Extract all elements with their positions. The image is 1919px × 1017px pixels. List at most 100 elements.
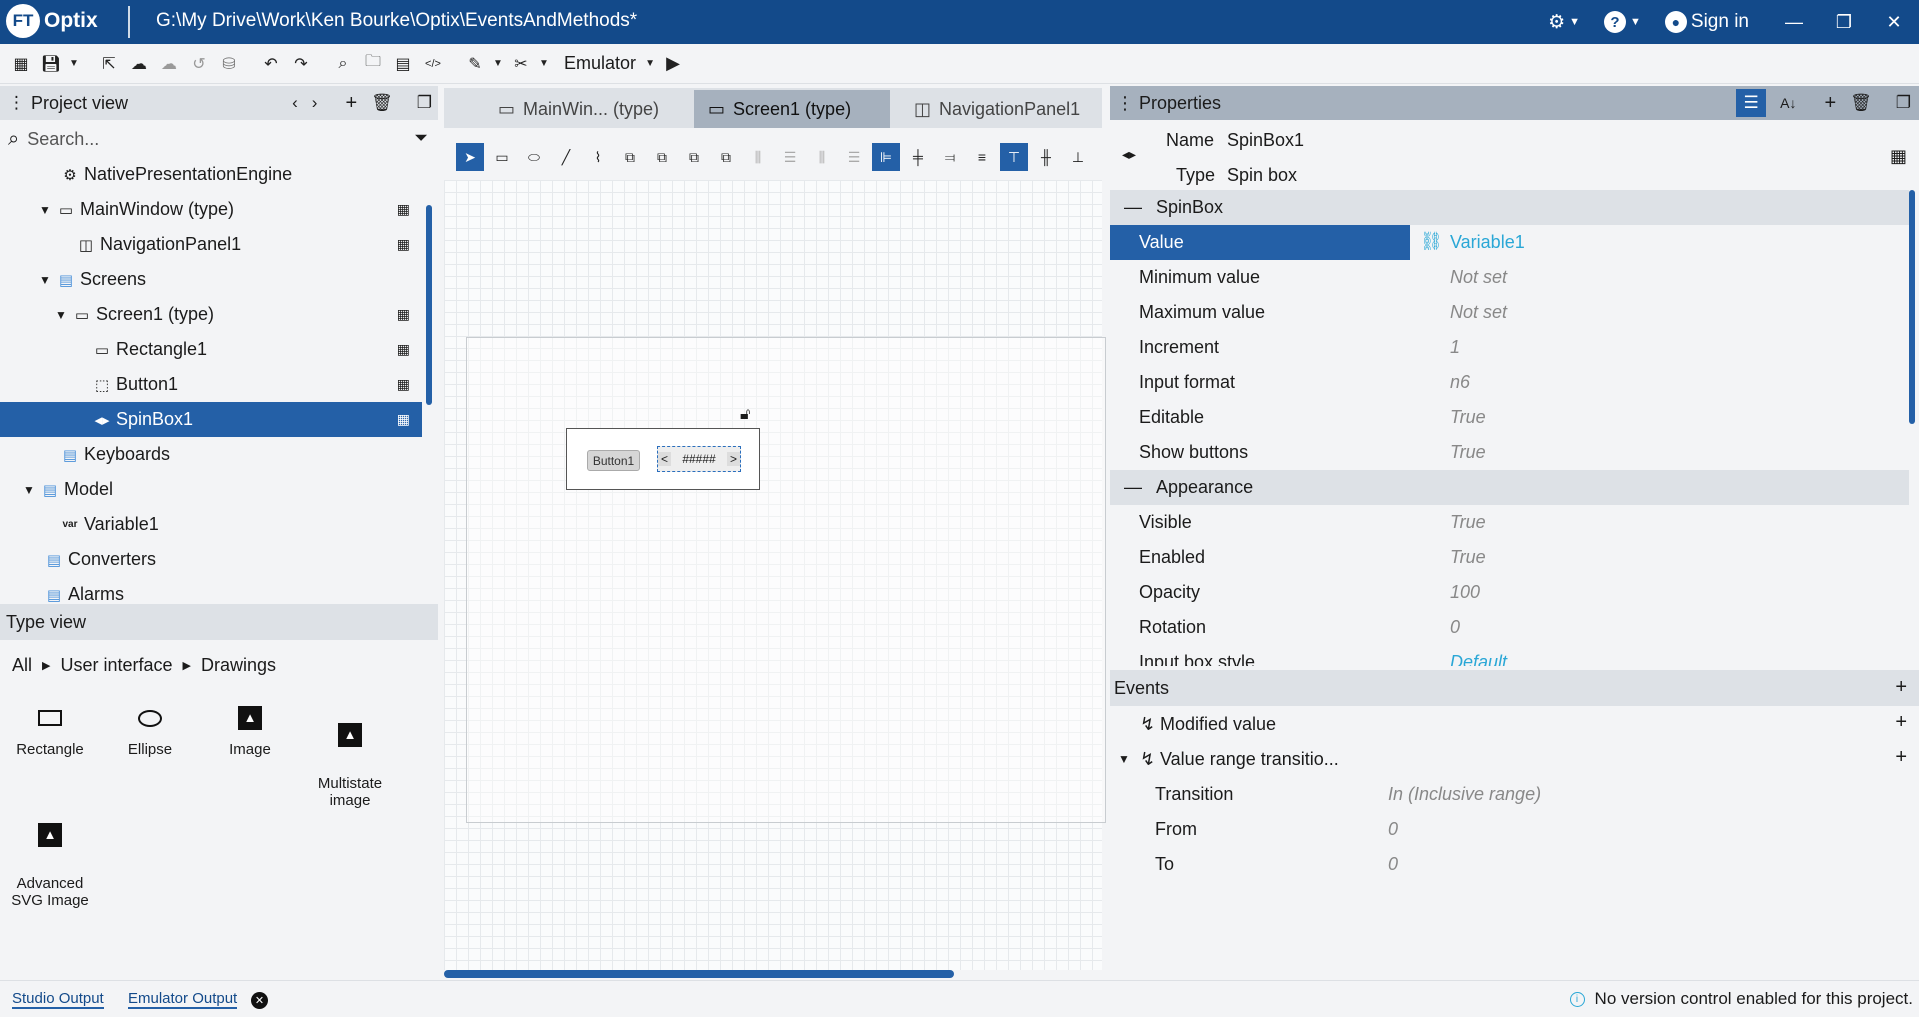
sign-in-button[interactable]: ● Sign in xyxy=(1664,11,1749,33)
distribute-v2-icon[interactable]: ☰ xyxy=(840,143,868,171)
prop-val[interactable]: Default xyxy=(1450,652,1507,666)
prop-val[interactable]: Not set xyxy=(1450,302,1507,323)
prop-val[interactable]: True xyxy=(1450,407,1486,428)
ellipse-tool-icon[interactable]: ⬭ xyxy=(520,143,548,171)
tree-item[interactable]: ⬚ Button1 ▦ xyxy=(0,367,422,402)
collapse-icon[interactable]: — xyxy=(1124,197,1142,218)
copy-icon[interactable]: ❐ xyxy=(417,93,432,113)
help-button[interactable]: ? ▼ xyxy=(1604,11,1641,33)
section-appearance[interactable]: — Appearance xyxy=(1110,470,1909,505)
chevron-down-icon[interactable]: ▼ xyxy=(66,49,82,79)
distribute-h-icon[interactable]: ⫼ xyxy=(744,143,772,171)
tree-item[interactable]: ▼ ▤ Model xyxy=(0,472,422,507)
event-param-from[interactable]: From 0 xyxy=(1110,812,1919,847)
crumb-all[interactable]: All xyxy=(12,655,32,676)
align-top-icon[interactable]: ⊤ xyxy=(1000,143,1028,171)
canvas-button1[interactable]: Button1 xyxy=(587,450,640,471)
prop-val[interactable]: True xyxy=(1450,512,1486,533)
categorized-view-icon[interactable]: ☰ xyxy=(1736,89,1767,117)
type-tile-ellipse[interactable]: Ellipse xyxy=(100,703,200,758)
deploy-icon[interactable]: ⇱ xyxy=(94,49,124,79)
rectangle-tool-icon[interactable]: ▭ xyxy=(488,143,516,171)
align-left-icon[interactable]: ⊫ xyxy=(872,143,900,171)
expand-icon[interactable]: ▼ xyxy=(1118,752,1130,766)
add-handler-icon[interactable]: + xyxy=(1895,746,1907,769)
prop-editable[interactable]: Editable True xyxy=(1110,400,1909,435)
align-justify-icon[interactable]: ≡ xyxy=(968,143,996,171)
type-tile-multistate-image[interactable]: ▲ Multistate image xyxy=(300,703,400,826)
align-right-icon[interactable]: ⫤ xyxy=(936,143,964,171)
filter-icon[interactable]: ⏷ xyxy=(414,128,428,148)
expand-icon[interactable]: ▼ xyxy=(54,308,68,322)
event-param-to[interactable]: To 0 xyxy=(1110,847,1919,882)
edit-icon[interactable]: ▦ xyxy=(397,201,410,218)
prop-minimum-value[interactable]: Minimum value Not set xyxy=(1110,260,1909,295)
select-tool-icon[interactable]: ➤ xyxy=(456,143,484,171)
history-icon[interactable]: ↺ xyxy=(184,49,214,79)
type-tile-rectangle[interactable]: Rectangle xyxy=(0,703,100,758)
event-value-range-transition[interactable]: ▼ ↯ Value range transitio... + xyxy=(1110,742,1919,777)
prop-val[interactable]: Not set xyxy=(1450,267,1507,288)
prop-val[interactable]: Variable1 xyxy=(1450,232,1525,253)
settings-button[interactable]: ⚙ ▼ xyxy=(1548,11,1580,34)
studio-output-tab[interactable]: Studio Output xyxy=(12,990,104,1009)
section-spinbox[interactable]: — SpinBox xyxy=(1110,190,1909,225)
collapse-icon[interactable]: — xyxy=(1124,477,1142,498)
polyline-tool-icon[interactable]: ⌇ xyxy=(584,143,612,171)
edit-icon[interactable]: ▦ xyxy=(397,236,410,253)
edit-icon[interactable]: ▦ xyxy=(397,411,410,428)
properties-edit-icon[interactable]: ▦ xyxy=(1890,146,1907,167)
undo-icon[interactable]: ↶ xyxy=(256,49,286,79)
save-icon[interactable]: 💾︎ xyxy=(36,49,66,79)
prop-rotation[interactable]: Rotation 0 xyxy=(1110,610,1909,645)
align-bottom-icon[interactable]: ⊥ xyxy=(1064,143,1092,171)
prop-enabled[interactable]: Enabled True xyxy=(1110,540,1909,575)
edit-icon[interactable]: ▦ xyxy=(397,306,410,323)
spin-decrement[interactable]: < xyxy=(658,452,672,466)
expand-icon[interactable]: ▼ xyxy=(38,273,52,287)
tree-item[interactable]: ▼ ▤ Screens xyxy=(0,262,422,297)
prop-increment[interactable]: Increment 1 xyxy=(1110,330,1909,365)
database-icon[interactable]: ⛁ xyxy=(214,49,244,79)
distribute-h2-icon[interactable]: ⫼ xyxy=(808,143,836,171)
prop-val[interactable]: 1 xyxy=(1450,337,1460,358)
prop-val[interactable]: 100 xyxy=(1450,582,1480,603)
prop-val[interactable]: True xyxy=(1450,547,1486,568)
unlock-icon[interactable]: 🔓︎ xyxy=(740,406,750,424)
tree-scrollbar[interactable] xyxy=(426,205,432,405)
nav-arrows-icon[interactable]: ◂▸ xyxy=(1122,146,1136,163)
bring-forward-icon[interactable]: ⧉ xyxy=(616,143,644,171)
tab-mainwindow[interactable]: ▭ MainWin... (type) xyxy=(484,90,664,128)
emulator-output-tab[interactable]: Emulator Output xyxy=(128,990,238,1009)
brush-icon[interactable]: ✎ xyxy=(460,49,490,79)
tree-item[interactable]: ▤ Converters xyxy=(0,542,422,577)
chevron-down-icon[interactable]: ▼ xyxy=(536,49,552,79)
spin-increment[interactable]: > xyxy=(726,452,740,466)
add-event-icon[interactable]: + xyxy=(1895,676,1907,699)
tab-screen1[interactable]: ▭ Screen1 (type) xyxy=(694,90,890,128)
expand-icon[interactable]: ▼ xyxy=(38,203,52,217)
param-value[interactable]: 0 xyxy=(1388,854,1398,875)
emulator-dropdown[interactable]: Emulator xyxy=(564,53,636,74)
upload-icon[interactable]: ☁ xyxy=(124,49,154,79)
download-icon[interactable]: ☁ xyxy=(154,49,184,79)
chevron-right-icon[interactable]: › xyxy=(312,93,318,113)
delete-icon[interactable]: 🗑︎ xyxy=(1850,93,1872,113)
align-center-icon[interactable]: ╪ xyxy=(904,143,932,171)
canvas-scrollbar[interactable] xyxy=(444,970,954,978)
prop-visible[interactable]: Visible True xyxy=(1110,505,1909,540)
expand-icon[interactable]: ▼ xyxy=(22,483,36,497)
event-modified-value[interactable]: ↯ Modified value + xyxy=(1110,707,1919,742)
tree-item[interactable]: ▭ Rectangle1 ▦ xyxy=(0,332,422,367)
type-tile-image[interactable]: ▲ Image xyxy=(200,703,300,758)
search-icon[interactable]: ⌕ xyxy=(328,49,358,79)
redo-icon[interactable]: ↷ xyxy=(286,49,316,79)
bring-front-icon[interactable]: ⧉ xyxy=(680,143,708,171)
prop-value[interactable]: Value ⛓ Variable1 xyxy=(1110,225,1909,260)
prop-val[interactable]: n6 xyxy=(1450,372,1470,393)
tools-icon[interactable]: ✂ xyxy=(506,49,536,79)
prop-input-format[interactable]: Input format n6 xyxy=(1110,365,1909,400)
delete-icon[interactable]: 🗑︎ xyxy=(371,93,393,113)
chevron-down-icon[interactable]: ▼ xyxy=(642,49,658,79)
name-value[interactable]: SpinBox1 xyxy=(1227,130,1304,151)
